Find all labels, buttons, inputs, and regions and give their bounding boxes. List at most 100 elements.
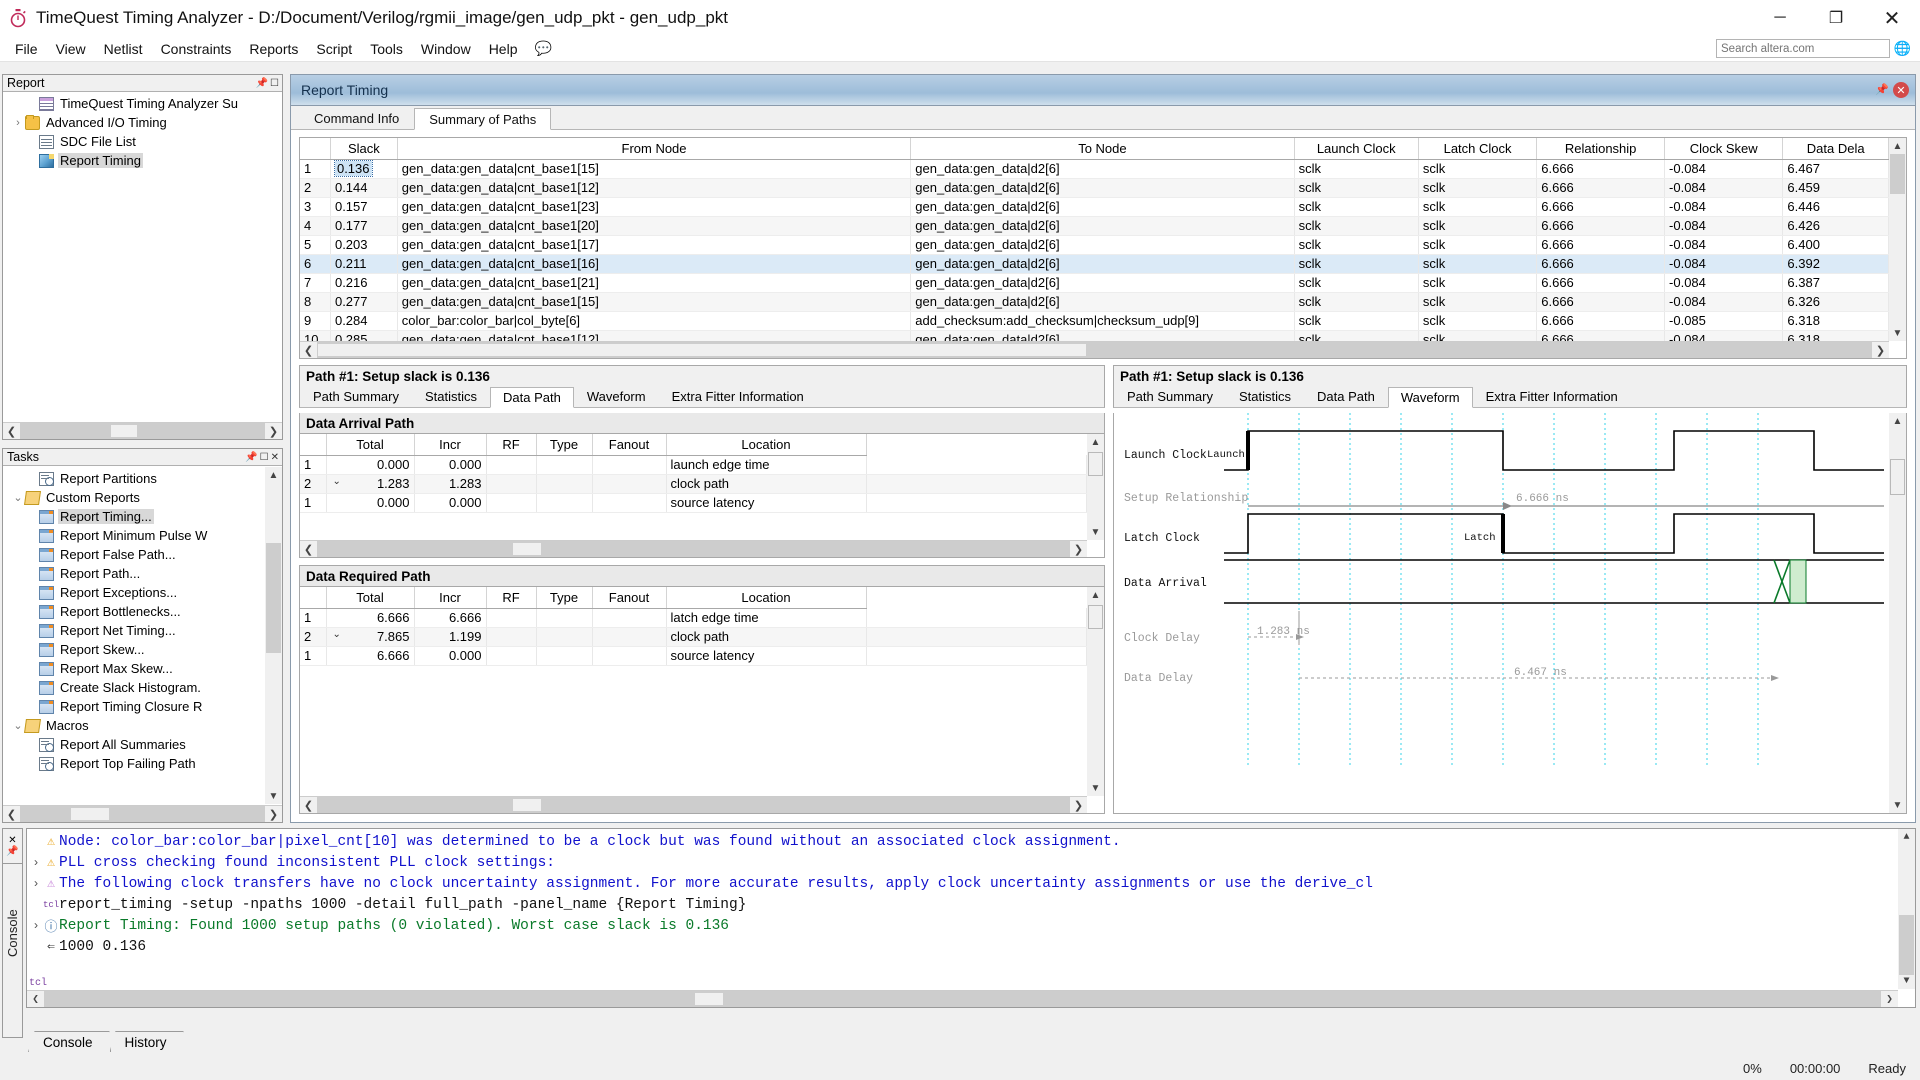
scroll-up-icon[interactable]: ▲ bbox=[1087, 434, 1104, 450]
incr-cell[interactable]: 1.199 bbox=[414, 627, 487, 647]
float-icon[interactable]: ☐ bbox=[260, 452, 269, 463]
paths-vscroll-track[interactable] bbox=[1889, 154, 1906, 325]
data-required-body[interactable]: 1 6.666 6.666 latch edge time 2 ⌄ 7.865 1.199 cl… bbox=[300, 608, 1087, 666]
scroll-up-icon[interactable]: ▲ bbox=[1087, 587, 1104, 603]
latch-clock-cell[interactable]: sclk bbox=[1418, 311, 1538, 331]
row-number[interactable]: 1 bbox=[300, 455, 327, 475]
fanout-cell[interactable] bbox=[592, 474, 667, 494]
type-cell[interactable] bbox=[536, 627, 593, 647]
report-hscrollbar[interactable]: ❮ ❯ bbox=[3, 422, 282, 439]
to-node-cell[interactable]: gen_data:gen_data|d2[6] bbox=[910, 197, 1295, 217]
to-node-cell[interactable]: gen_data:gen_data|d2[6] bbox=[910, 159, 1295, 179]
from-node-cell[interactable]: gen_data:gen_data|cnt_base1[16] bbox=[397, 254, 912, 274]
paths-table-body[interactable]: 1 0.136 gen_data:gen_data|cnt_base1[15] gen… bbox=[300, 159, 1889, 341]
data-delay-cell[interactable]: 6.467 bbox=[1782, 159, 1889, 179]
expander-icon[interactable]: ⌄ bbox=[333, 629, 341, 640]
latch-clock-cell[interactable]: sclk bbox=[1418, 159, 1538, 179]
close-icon[interactable]: ✕ bbox=[271, 452, 279, 463]
from-node-cell[interactable]: gen_data:gen_data|cnt_base1[23] bbox=[397, 197, 912, 217]
type-cell[interactable] bbox=[536, 493, 593, 513]
to-node-cell[interactable]: gen_data:gen_data|d2[6] bbox=[910, 235, 1295, 255]
data-delay-cell[interactable]: 6.318 bbox=[1782, 311, 1889, 331]
tasks-tree-item-6[interactable]: Report Exceptions... bbox=[3, 583, 265, 602]
type-cell[interactable] bbox=[536, 608, 593, 628]
fanout-cell[interactable] bbox=[592, 493, 667, 513]
launch-clock-cell[interactable]: sclk bbox=[1294, 159, 1419, 179]
data-required-row[interactable]: 1 6.666 0.000 source latency bbox=[300, 646, 1087, 666]
report-tree[interactable]: TimeQuest Timing Analyzer Su › Advanced I/… bbox=[3, 92, 282, 172]
location-cell[interactable]: clock path bbox=[666, 627, 867, 647]
total-cell[interactable]: 0.000 bbox=[326, 493, 415, 513]
data-required-column-header[interactable]: Location bbox=[666, 587, 867, 609]
scroll-up-icon[interactable]: ▲ bbox=[1889, 413, 1906, 429]
document-tabstrip[interactable]: Command Info Summary of Paths bbox=[291, 106, 1915, 130]
spacer-cell[interactable] bbox=[866, 646, 1087, 666]
tasks-vscroll-thumb[interactable] bbox=[266, 543, 281, 653]
expander-icon[interactable]: › bbox=[29, 877, 43, 891]
paths-column-header[interactable]: From Node bbox=[397, 138, 912, 160]
console-vscrollbar[interactable]: ▲ ▼ bbox=[1898, 829, 1915, 989]
tasks-tree-item-7[interactable]: Report Bottlenecks... bbox=[3, 602, 265, 621]
scroll-up-icon[interactable]: ▲ bbox=[265, 467, 282, 483]
tasks-tree-item-11[interactable]: Create Slack Histogram. bbox=[3, 678, 265, 697]
slack-cell[interactable]: 0.211 bbox=[330, 254, 398, 274]
relationship-cell[interactable]: 6.666 bbox=[1536, 197, 1666, 217]
total-cell[interactable]: 0.000 bbox=[326, 455, 415, 475]
to-node-cell[interactable]: add_checksum:add_checksum|checksum_udp[9… bbox=[910, 311, 1295, 331]
console-line[interactable]: › ⓘ Report Timing: Found 1000 setup paths … bbox=[29, 915, 1896, 936]
relationship-cell[interactable]: 6.666 bbox=[1536, 216, 1666, 236]
to-node-cell[interactable]: gen_data:gen_data|d2[6] bbox=[910, 273, 1295, 293]
from-node-cell[interactable]: gen_data:gen_data|cnt_base1[12] bbox=[397, 330, 912, 341]
launch-clock-cell[interactable]: sclk bbox=[1294, 330, 1419, 341]
relationship-cell[interactable]: 6.666 bbox=[1536, 254, 1666, 274]
report-tree-item-1[interactable]: › Advanced I/O Timing bbox=[3, 113, 282, 132]
relationship-cell[interactable]: 6.666 bbox=[1536, 330, 1666, 341]
paths-column-header[interactable]: Clock Skew bbox=[1664, 138, 1784, 160]
report-tree-item-3[interactable]: Report Timing bbox=[3, 151, 282, 170]
clock-skew-cell[interactable]: -0.084 bbox=[1664, 178, 1784, 198]
expander-icon[interactable]: › bbox=[11, 117, 25, 129]
scroll-right-icon[interactable]: ❯ bbox=[265, 806, 282, 822]
paths-vscrollbar[interactable]: ▲ ▼ bbox=[1889, 138, 1906, 341]
tasks-tree-item-15[interactable]: Report Top Failing Path bbox=[3, 754, 265, 773]
clock-skew-cell[interactable]: -0.084 bbox=[1664, 197, 1784, 217]
launch-clock-cell[interactable]: sclk bbox=[1294, 292, 1419, 312]
data-required-column-header[interactable]: RF bbox=[486, 587, 537, 609]
report-hscroll-track[interactable] bbox=[20, 423, 265, 439]
row-number[interactable]: 1 bbox=[300, 646, 327, 666]
to-node-cell[interactable]: gen_data:gen_data|d2[6] bbox=[910, 330, 1295, 341]
data-delay-cell[interactable]: 6.426 bbox=[1782, 216, 1889, 236]
scroll-down-icon[interactable]: ▼ bbox=[1889, 797, 1906, 813]
row-number[interactable]: 6 bbox=[300, 254, 331, 274]
scroll-left-icon[interactable]: ❮ bbox=[300, 342, 317, 358]
left-tab-path-summary[interactable]: Path Summary bbox=[300, 386, 412, 407]
slack-cell[interactable]: 0.285 bbox=[330, 330, 398, 341]
data-delay-cell[interactable]: 6.318 bbox=[1782, 330, 1889, 341]
console-tab-console[interactable]: Console bbox=[28, 1031, 110, 1052]
clock-skew-cell[interactable]: -0.084 bbox=[1664, 216, 1784, 236]
fanout-cell[interactable] bbox=[592, 646, 667, 666]
from-node-cell[interactable]: gen_data:gen_data|cnt_base1[20] bbox=[397, 216, 912, 236]
slack-cell[interactable]: 0.203 bbox=[330, 235, 398, 255]
paths-table-row[interactable]: 2 0.144 gen_data:gen_data|cnt_base1[12] gen… bbox=[300, 178, 1889, 198]
required-hscroll-track[interactable] bbox=[317, 797, 1070, 813]
expander-icon[interactable]: ⌄ bbox=[333, 476, 341, 487]
launch-clock-cell[interactable]: sclk bbox=[1294, 311, 1419, 331]
data-delay-cell[interactable]: 6.387 bbox=[1782, 273, 1889, 293]
clock-skew-cell[interactable]: -0.084 bbox=[1664, 235, 1784, 255]
menu-constraints[interactable]: Constraints bbox=[152, 39, 241, 59]
data-delay-cell[interactable]: 6.446 bbox=[1782, 197, 1889, 217]
tasks-tree-item-12[interactable]: Report Timing Closure R bbox=[3, 697, 265, 716]
search-input[interactable] bbox=[1716, 39, 1890, 58]
row-number[interactable]: 2 bbox=[300, 627, 327, 647]
paths-table-row[interactable]: 7 0.216 gen_data:gen_data|cnt_base1[21] gen… bbox=[300, 273, 1889, 293]
row-number[interactable]: 4 bbox=[300, 216, 331, 236]
type-cell[interactable] bbox=[536, 455, 593, 475]
paths-hscroll-track[interactable] bbox=[317, 342, 1872, 358]
tasks-hscroll-thumb[interactable] bbox=[70, 807, 110, 821]
menu-script[interactable]: Script bbox=[307, 39, 361, 59]
row-number[interactable]: 1 bbox=[300, 159, 331, 179]
slack-cell[interactable]: 0.277 bbox=[330, 292, 398, 312]
data-arrival-column-header[interactable]: Fanout bbox=[592, 434, 667, 456]
tasks-tree-item-9[interactable]: Report Skew... bbox=[3, 640, 265, 659]
